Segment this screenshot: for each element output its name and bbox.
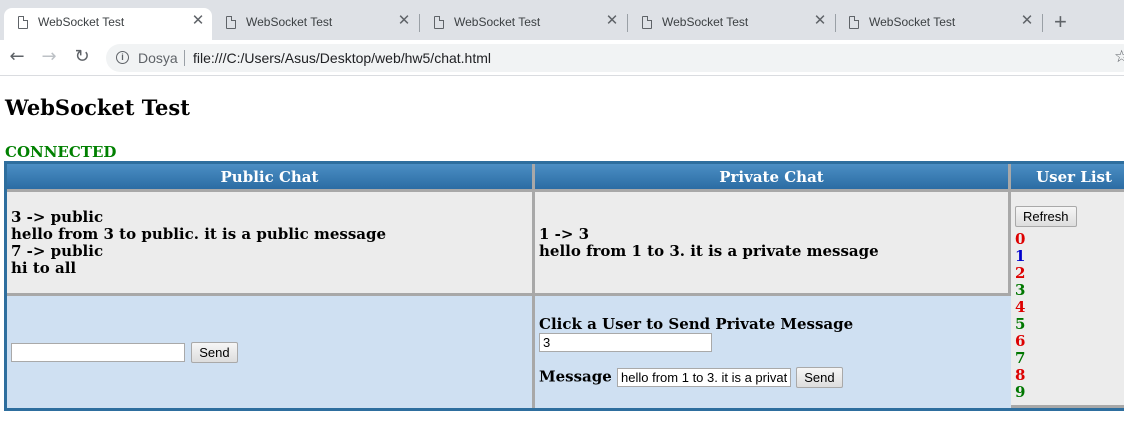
bookmark-star-icon[interactable]: ☆ (1114, 47, 1124, 67)
user-list-header: User List (1011, 164, 1124, 192)
recipient-input[interactable] (539, 333, 712, 352)
refresh-button[interactable]: Refresh (1015, 206, 1077, 227)
back-arrow-icon[interactable]: ← (5, 45, 29, 69)
omnibox-divider (184, 50, 185, 66)
close-icon[interactable]: ✕ (604, 13, 620, 29)
message-label: Message (539, 367, 612, 386)
browser-tab[interactable]: WebSocket Test ✕ (212, 8, 420, 40)
chat-table: Public Chat Private Chat User List 3 -> … (4, 161, 1124, 411)
page-icon (642, 16, 652, 29)
private-message-input[interactable] (617, 368, 792, 387)
site-label: Dosya (138, 50, 178, 66)
close-icon[interactable]: ✕ (1019, 13, 1035, 29)
user-list-item[interactable]: 4 (1015, 299, 1124, 316)
public-messages: 3 -> public hello from 3 to public. it i… (7, 192, 535, 296)
tab-title: WebSocket Test (662, 15, 749, 29)
user-list-item[interactable]: 2 (1015, 265, 1124, 282)
user-list-item[interactable]: 8 (1015, 367, 1124, 384)
page-title: WebSocket Test (5, 95, 190, 120)
tab-strip: WebSocket Test ✕ WebSocket Test ✕ WebSoc… (0, 0, 1124, 40)
browser-tab[interactable]: WebSocket Test ✕ (4, 8, 212, 40)
page-icon (226, 16, 236, 29)
public-message-input[interactable] (11, 342, 185, 362)
private-message-line: 1 -> 3 (539, 224, 590, 243)
close-icon[interactable]: ✕ (190, 13, 206, 29)
user-list-panel: Refresh 0123456789 (1011, 192, 1124, 408)
browser-toolbar: ← → ↻ i Dosya file:///C:/Users/Asus/Desk… (0, 40, 1124, 76)
public-send-button[interactable]: Send (191, 341, 238, 363)
public-message-line: hello from 3 to public. it is a public m… (11, 224, 387, 243)
user-list: 0123456789 (1015, 231, 1124, 401)
info-icon[interactable]: i (116, 51, 129, 64)
tab-title: WebSocket Test (869, 15, 956, 29)
forward-arrow-icon[interactable]: → (37, 45, 61, 69)
address-bar[interactable]: i Dosya file:///C:/Users/Asus/Desktop/we… (106, 44, 1124, 72)
private-chat-header: Private Chat (535, 164, 1011, 192)
user-list-item[interactable]: 1 (1015, 248, 1124, 265)
browser-tab[interactable]: WebSocket Test ✕ (420, 8, 628, 40)
private-message-row: Message Send (539, 367, 1011, 388)
public-chat-header: Public Chat (7, 164, 535, 192)
user-list-item[interactable]: 9 (1015, 384, 1124, 401)
user-list-item[interactable]: 7 (1015, 350, 1124, 367)
public-message-line: 3 -> public (11, 207, 104, 226)
private-send-button[interactable]: Send (796, 367, 843, 388)
page-icon (849, 16, 859, 29)
user-list-item[interactable]: 0 (1015, 231, 1124, 248)
page-icon (18, 16, 28, 29)
close-icon[interactable]: ✕ (396, 13, 412, 29)
tab-separator (1042, 14, 1043, 32)
public-message-line: hi to all (11, 258, 77, 277)
new-tab-button[interactable]: + (1054, 9, 1067, 35)
url-text[interactable]: file:///C:/Users/Asus/Desktop/web/hw5/ch… (193, 50, 491, 66)
user-list-item[interactable]: 6 (1015, 333, 1124, 350)
user-list-item[interactable]: 5 (1015, 316, 1124, 333)
tab-title: WebSocket Test (246, 15, 333, 29)
private-prompt: Click a User to Send Private Message (539, 315, 854, 333)
tab-title: WebSocket Test (454, 15, 541, 29)
page-icon (434, 16, 444, 29)
user-list-item[interactable]: 3 (1015, 282, 1124, 299)
private-messages: 1 -> 3 hello from 1 to 3. it is a privat… (535, 192, 1011, 296)
public-message-line: 7 -> public (11, 241, 104, 260)
connection-status: CONNECTED (5, 143, 117, 161)
tab-title: WebSocket Test (38, 15, 125, 29)
private-compose: Click a User to Send Private Message Mes… (535, 296, 1011, 408)
public-compose: Send (7, 296, 535, 408)
browser-tab[interactable]: WebSocket Test ✕ (628, 8, 836, 40)
private-message-line: hello from 1 to 3. it is a private messa… (539, 241, 879, 260)
reload-icon[interactable]: ↻ (70, 45, 94, 69)
browser-tab[interactable]: WebSocket Test ✕ (835, 8, 1043, 40)
close-icon[interactable]: ✕ (812, 13, 828, 29)
